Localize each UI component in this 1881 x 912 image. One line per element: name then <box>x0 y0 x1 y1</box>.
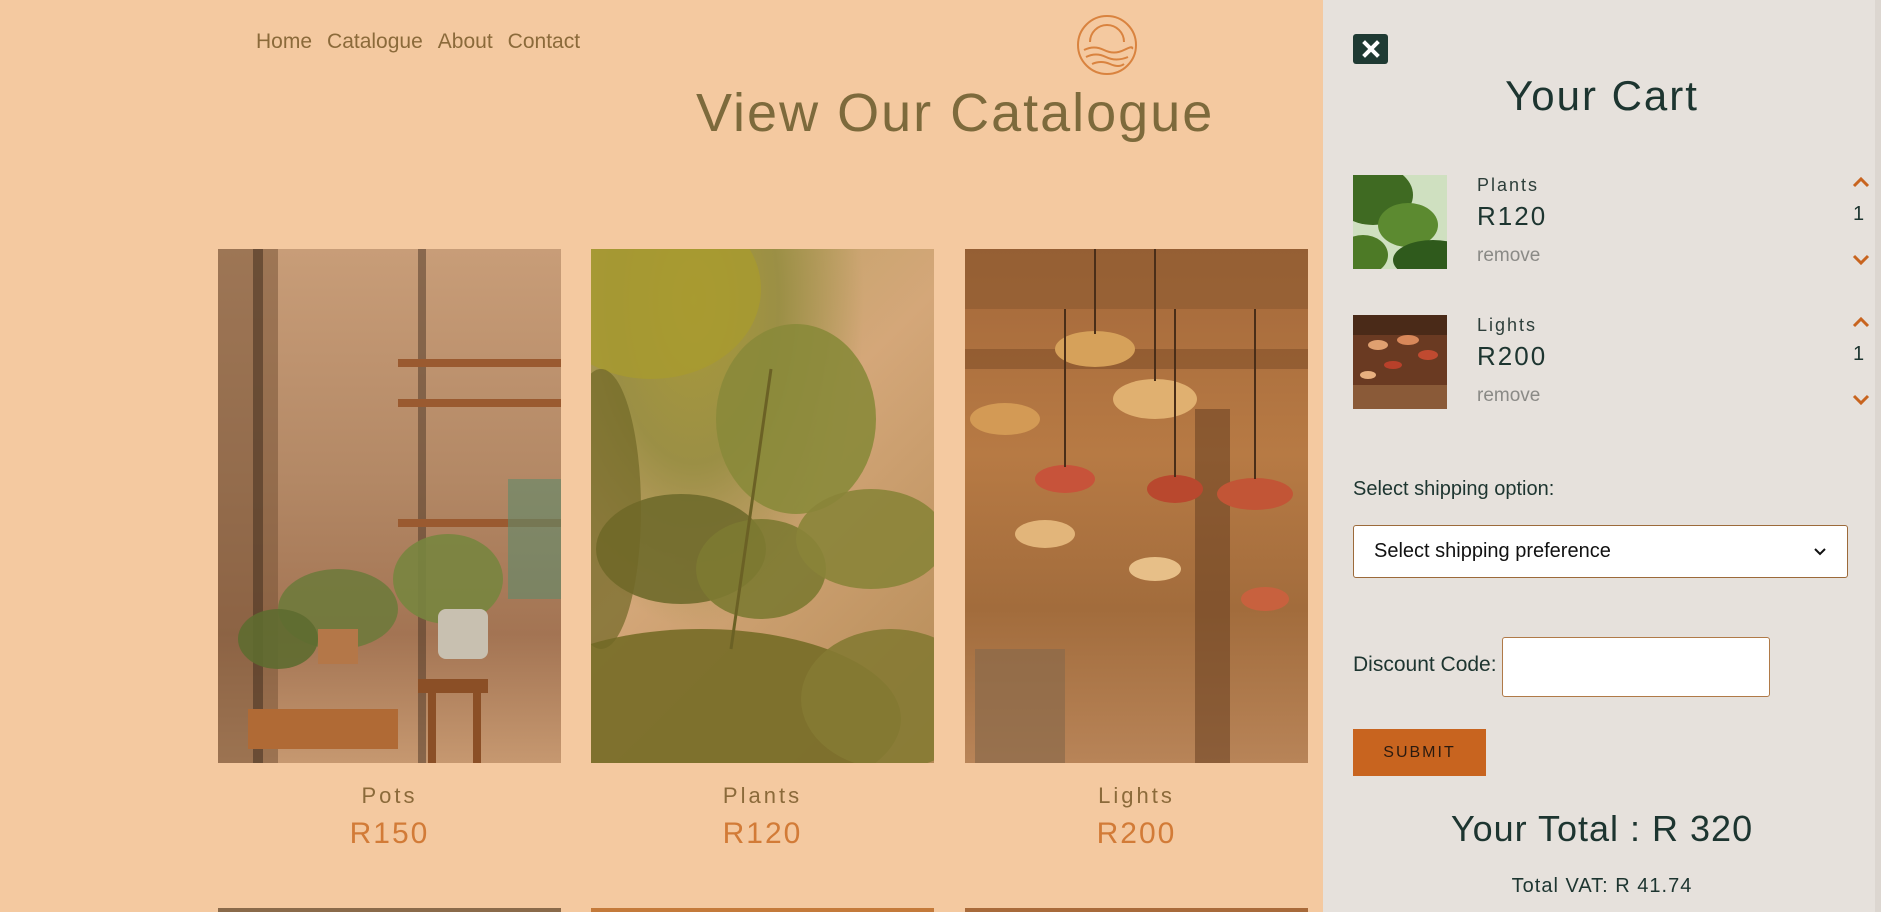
cart-item: Plants R120 remove 1 <box>1353 175 1870 270</box>
shipping-option-label: Select shipping option: <box>1353 478 1555 500</box>
cart-item: Lights R200 remove 1 <box>1353 315 1870 410</box>
nav-contact-link[interactable]: Contact <box>508 30 580 54</box>
product-image-lights[interactable] <box>965 249 1308 763</box>
product-image-pots[interactable] <box>218 249 561 763</box>
nav-about-link[interactable]: About <box>438 30 493 54</box>
product-price: R200 <box>1096 817 1177 850</box>
cart-item-name: Plants <box>1477 175 1540 195</box>
cart-item-thumbnail <box>1353 175 1447 269</box>
shipping-select[interactable]: Select shipping preference <box>1353 525 1848 578</box>
cart-vat: Total VAT: R 41.74 <box>1511 875 1693 897</box>
chevron-down-icon[interactable] <box>1851 253 1871 267</box>
remove-item-link[interactable]: remove <box>1477 245 1540 267</box>
discount-code-input[interactable] <box>1502 637 1770 697</box>
main-nav: Home Catalogue About Contact <box>256 30 580 54</box>
product-name: Lights <box>1098 783 1175 808</box>
close-cart-button[interactable] <box>1353 34 1388 64</box>
discount-code-label: Discount Code: <box>1353 653 1497 676</box>
cart-item-thumbnail <box>1353 315 1447 409</box>
cart-item-name: Lights <box>1477 315 1538 335</box>
chevron-up-icon[interactable] <box>1851 175 1871 189</box>
submit-discount-button[interactable]: SUBMIT <box>1353 729 1486 776</box>
cart-item-price: R120 <box>1477 201 1548 231</box>
product-card-lights[interactable]: Lights R200 <box>965 249 1308 851</box>
product-card-partial <box>965 908 1308 912</box>
cart-item-quantity: 1 <box>1853 343 1865 365</box>
cart-title: Your Cart <box>1505 72 1699 119</box>
sun-over-waves-icon[interactable] <box>1076 14 1138 76</box>
product-price: R120 <box>722 817 803 850</box>
product-card-partial <box>591 908 934 912</box>
close-icon <box>1361 40 1380 58</box>
product-image-plants[interactable] <box>591 249 934 763</box>
catalogue-page: Home Catalogue About Contact View Our Ca… <box>0 0 1323 912</box>
cart-panel: Your Cart Plants R120 remove 1 Lights R2… <box>1323 0 1881 912</box>
chevron-down-icon[interactable] <box>1851 393 1871 407</box>
cart-item-quantity: 1 <box>1853 203 1865 225</box>
chevron-up-icon[interactable] <box>1851 315 1871 329</box>
remove-item-link[interactable]: remove <box>1477 385 1540 407</box>
product-price: R150 <box>349 817 430 850</box>
cart-total: Your Total : R 320 <box>1450 808 1754 849</box>
cart-item-price: R200 <box>1477 341 1548 371</box>
product-card-plants[interactable]: Plants R120 <box>591 249 934 851</box>
shipping-selected-value: Select shipping preference <box>1374 540 1611 562</box>
page-title: View Our Catalogue <box>696 83 1215 143</box>
chevron-down-icon <box>1814 547 1826 555</box>
cart-scrollbar[interactable] <box>1875 0 1881 912</box>
nav-catalogue-link[interactable]: Catalogue <box>327 30 423 54</box>
nav-home-link[interactable]: Home <box>256 30 312 54</box>
product-card-partial <box>218 908 561 912</box>
product-name: Pots <box>361 783 418 808</box>
product-name: Plants <box>722 783 803 808</box>
product-card-pots[interactable]: Pots R150 <box>218 249 561 851</box>
